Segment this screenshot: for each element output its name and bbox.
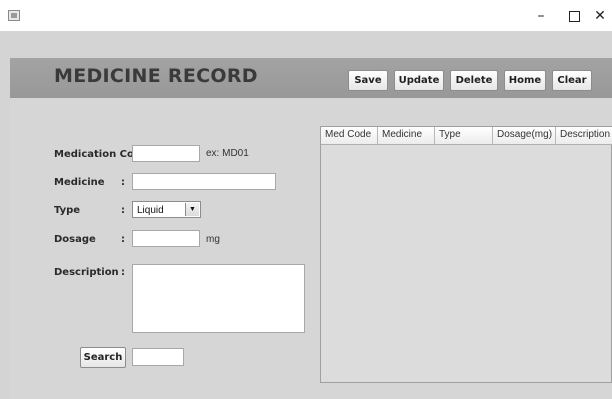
type-label: Type bbox=[54, 205, 81, 216]
dosage-label: Dosage bbox=[54, 234, 96, 245]
maximize-button[interactable] bbox=[564, 6, 584, 26]
minimize-button[interactable]: – bbox=[531, 6, 551, 26]
type-selected-value: Liquid bbox=[137, 205, 164, 216]
save-button[interactable]: Save bbox=[348, 70, 388, 91]
java-app-icon bbox=[8, 10, 20, 21]
column-header-medicine[interactable]: Medicine bbox=[378, 127, 435, 144]
dosage-colon: : bbox=[121, 234, 125, 245]
medicine-colon: : bbox=[121, 177, 125, 188]
medicine-input[interactable] bbox=[132, 173, 276, 190]
delete-button[interactable]: Delete bbox=[450, 70, 498, 91]
maximize-icon bbox=[568, 10, 580, 22]
medicine-table[interactable]: Med Code Medicine Type Dosage(mg) Descri… bbox=[320, 126, 612, 383]
description-colon: : bbox=[121, 267, 125, 278]
description-textarea[interactable] bbox=[132, 264, 305, 333]
medicine-label: Medicine bbox=[54, 177, 105, 188]
header-panel: MEDICINE RECORD Save Update Delete Home … bbox=[10, 58, 612, 98]
description-label: Description bbox=[54, 267, 119, 278]
type-dropdown[interactable]: Liquid ▼ bbox=[132, 201, 201, 218]
search-button[interactable]: Search bbox=[80, 347, 126, 368]
column-header-type[interactable]: Type bbox=[435, 127, 493, 144]
clear-button[interactable]: Clear bbox=[552, 70, 592, 91]
column-header-med-code[interactable]: Med Code bbox=[321, 127, 378, 144]
dosage-unit: mg bbox=[206, 234, 220, 245]
column-header-dosage[interactable]: Dosage(mg) bbox=[493, 127, 556, 144]
close-button[interactable]: ✕ bbox=[590, 6, 610, 26]
medication-code-hint: ex: MD01 bbox=[206, 148, 249, 159]
type-colon: : bbox=[121, 205, 125, 216]
table-header: Med Code Medicine Type Dosage(mg) Descri… bbox=[321, 127, 612, 145]
dropdown-arrow-icon[interactable]: ▼ bbox=[185, 203, 199, 216]
page-title: MEDICINE RECORD bbox=[54, 65, 258, 87]
top-band bbox=[0, 31, 612, 58]
medication-code-input[interactable] bbox=[132, 145, 200, 162]
window-titlebar: – ✕ bbox=[0, 0, 612, 31]
update-button[interactable]: Update bbox=[394, 70, 444, 91]
column-header-description[interactable]: Description bbox=[556, 127, 612, 144]
home-button[interactable]: Home bbox=[504, 70, 546, 91]
search-input[interactable] bbox=[132, 348, 184, 366]
dosage-input[interactable] bbox=[132, 230, 200, 247]
